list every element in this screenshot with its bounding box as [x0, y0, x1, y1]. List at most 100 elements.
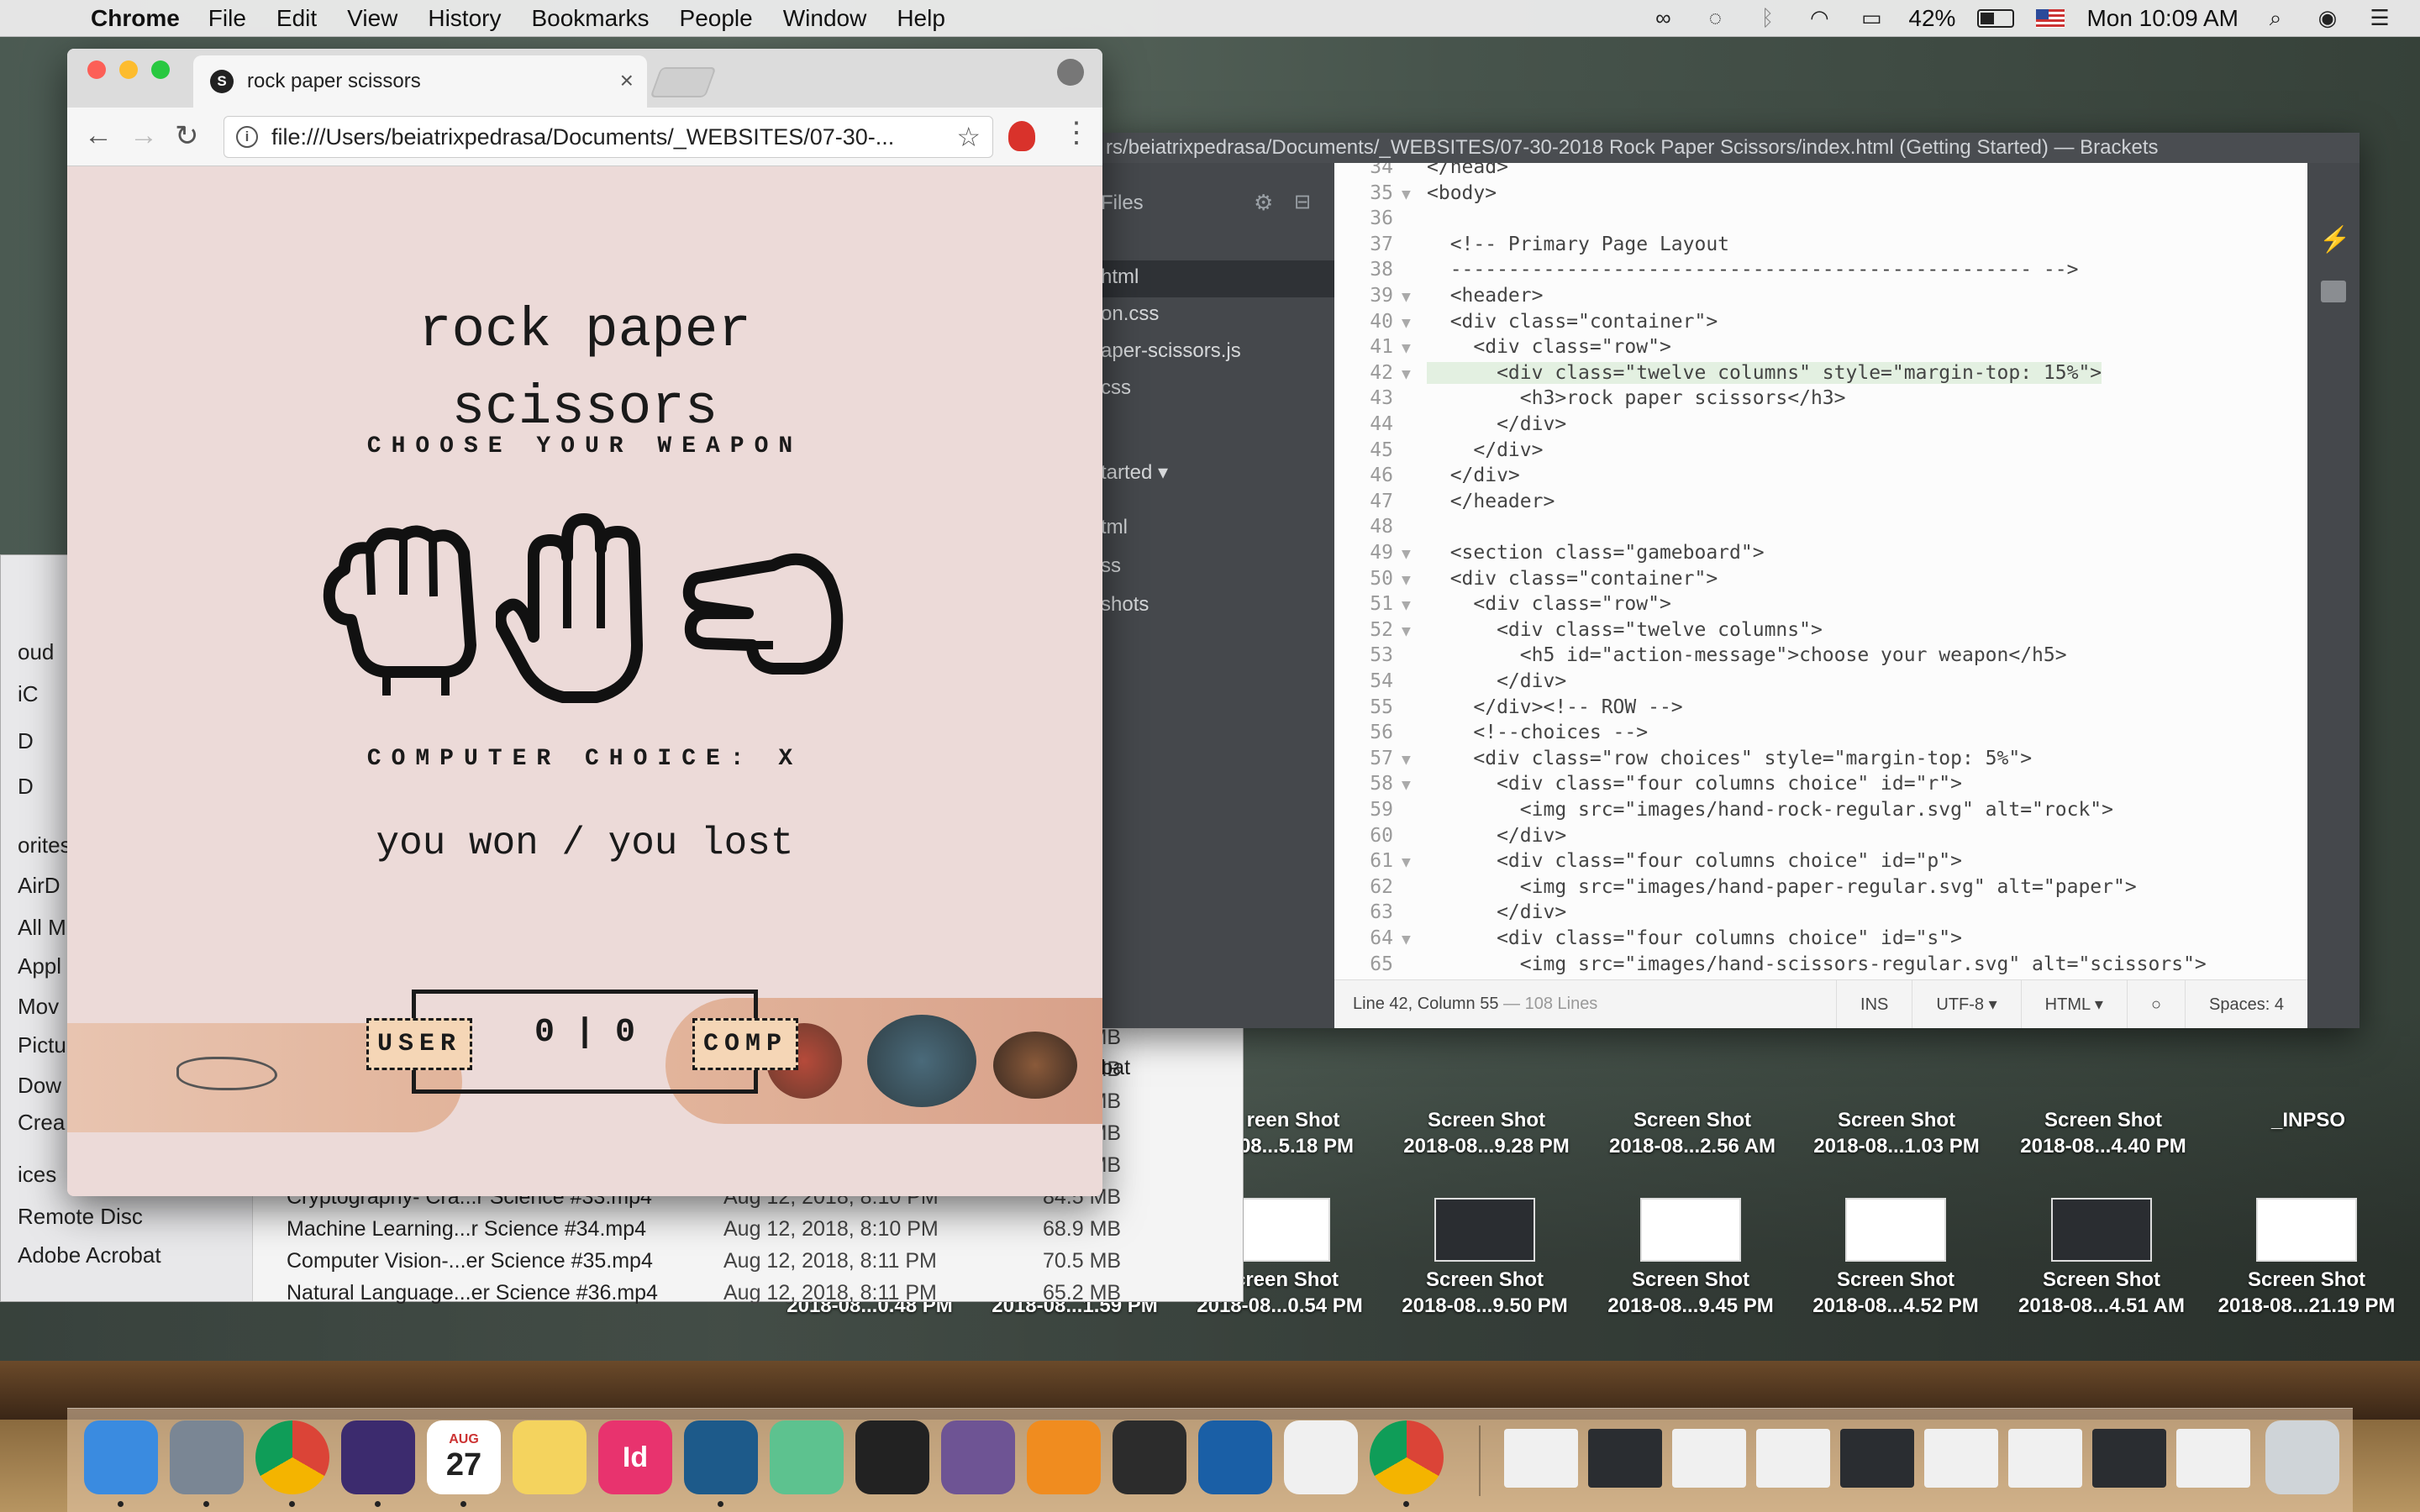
desktop-screenshot-file[interactable]: Screen Shot 2018-08...4.51 AM: [2005, 1198, 2198, 1319]
spotlight-search-icon[interactable]: ⌕: [2260, 5, 2291, 31]
menu-people[interactable]: People: [680, 5, 753, 32]
working-file[interactable]: css: [1101, 376, 1131, 400]
new-tab-button[interactable]: [650, 67, 717, 97]
finder-sidebar-item[interactable]: Pictu: [18, 1032, 66, 1058]
file-row[interactable]: Computer Vision-...er Science #35.mp4 Aug…: [287, 1246, 1243, 1276]
minimized-window-thumbnail[interactable]: [1588, 1429, 1662, 1488]
menu-window[interactable]: Window: [783, 5, 867, 32]
desktop-screenshot-file[interactable]: Screen Shot 2018-08...1.03 PM: [1800, 1107, 1993, 1159]
project-file[interactable]: tml: [1101, 516, 1128, 539]
working-file[interactable]: html: [1101, 265, 1139, 289]
quicktime-icon[interactable]: [1198, 1420, 1272, 1494]
extension-shield-icon[interactable]: [1008, 121, 1035, 151]
desktop-screenshot-file[interactable]: Screen Shot 2018-08...9.28 PM: [1390, 1107, 1583, 1159]
chrome-window[interactable]: S rock paper scissors × ← → ↻ i file:///…: [67, 49, 1102, 1196]
menu-edit[interactable]: Edit: [276, 5, 317, 32]
project-dropdown[interactable]: tarted ▾: [1101, 460, 1168, 485]
menu-clock[interactable]: Mon 10:09 AM: [2086, 5, 2238, 32]
menu-help[interactable]: Help: [897, 5, 945, 32]
battery-percent[interactable]: 42%: [1908, 5, 1955, 32]
code-line[interactable]: 38 -------------------------------------…: [1334, 257, 2307, 282]
finder-sidebar-item[interactable]: Mov: [18, 994, 59, 1020]
split-view-icon[interactable]: ⊟: [1294, 190, 1311, 214]
address-bar[interactable]: i file:///Users/beiatrixpedrasa/Document…: [224, 116, 993, 158]
battery-icon[interactable]: [1977, 8, 2015, 28]
code-line[interactable]: 34 </head>: [1334, 163, 2307, 180]
calendar-icon[interactable]: AUG 27: [427, 1420, 501, 1494]
forward-arrow-icon[interactable]: →: [129, 119, 158, 152]
finder-sidebar-item[interactable]: D: [18, 774, 34, 800]
scissors-hand-icon[interactable]: [681, 519, 849, 687]
desktop-screenshot-file[interactable]: Screen Shot 2018-08...9.45 PM: [1594, 1198, 1787, 1319]
menu-bookmarks[interactable]: Bookmarks: [531, 5, 649, 32]
tab-close-icon[interactable]: ×: [620, 67, 634, 94]
code-editor[interactable]: 34 </head> 35 ▼ <body> 36 37 <!-- Primary Page…: [1334, 163, 2307, 979]
siri-icon[interactable]: [341, 1420, 415, 1494]
chrome-icon[interactable]: [255, 1420, 329, 1494]
wifi-icon[interactable]: ◠: [1804, 5, 1834, 31]
trash-icon[interactable]: [2265, 1420, 2339, 1494]
minimize-window-button[interactable]: [119, 60, 138, 79]
menu-app-name[interactable]: Chrome: [91, 5, 180, 32]
code-line[interactable]: 45 </div>: [1334, 438, 2307, 463]
finder-sidebar-item[interactable]: Appl: [18, 953, 61, 979]
illustrator-icon[interactable]: [1027, 1420, 1101, 1494]
rock-hand-icon[interactable]: [319, 519, 487, 696]
reload-icon[interactable]: ↻: [175, 119, 199, 153]
zoom-window-button[interactable]: [151, 60, 170, 79]
code-line[interactable]: 54 </div>: [1334, 669, 2307, 694]
menu-kebab-icon[interactable]: ⋮: [1062, 116, 1091, 150]
profile-avatar-icon[interactable]: [1057, 59, 1084, 86]
code-line[interactable]: 57 ▼ <div class="row choices" style="marg…: [1334, 746, 2307, 771]
code-line[interactable]: 62 <img src="images/hand-paper-regular.s…: [1334, 874, 2307, 900]
insert-mode[interactable]: INS: [1836, 979, 1912, 1028]
code-line[interactable]: 55 </div><!-- ROW -->: [1334, 695, 2307, 720]
code-line[interactable]: 58 ▼ <div class="four columns choice" id=…: [1334, 771, 2307, 796]
settings-gear-icon[interactable]: ⚙: [1254, 190, 1273, 216]
minimized-window-thumbnail[interactable]: [1840, 1429, 1914, 1488]
siri-icon[interactable]: ◉: [2312, 5, 2343, 31]
tab-active[interactable]: S rock paper scissors ×: [193, 55, 647, 108]
notification-center-icon[interactable]: ☰: [2365, 5, 2395, 31]
finalcut-icon[interactable]: [1113, 1420, 1186, 1494]
desktop-screenshot-file[interactable]: Screen Shot 2018-08...4.40 PM: [2007, 1107, 2200, 1159]
indent-spaces[interactable]: Spaces: 4: [2185, 979, 2307, 1028]
finder-sidebar-item[interactable]: oud: [18, 639, 54, 665]
file-row[interactable]: Machine Learning...r Science #34.mp4 Aug …: [287, 1214, 1243, 1244]
finder-icon[interactable]: [84, 1420, 158, 1494]
code-line[interactable]: 40 ▼ <div class="container">: [1334, 309, 2307, 334]
info-icon[interactable]: i: [236, 126, 258, 148]
minimized-window-thumbnail[interactable]: [2176, 1429, 2250, 1488]
code-line[interactable]: 46 </div>: [1334, 463, 2307, 488]
code-line[interactable]: 50 ▼ <div class="container">: [1334, 566, 2307, 591]
finder-sidebar-item[interactable]: Remote Disc: [18, 1204, 143, 1230]
code-line[interactable]: 60 </div>: [1334, 823, 2307, 848]
menu-view[interactable]: View: [347, 5, 397, 32]
live-preview-icon[interactable]: ⚡: [2319, 225, 2350, 255]
code-line[interactable]: 37 <!-- Primary Page Layout: [1334, 232, 2307, 257]
airplay-icon[interactable]: ▭: [1856, 5, 1886, 31]
minimized-window-thumbnail[interactable]: [1924, 1429, 1998, 1488]
minimized-window-thumbnail[interactable]: [1756, 1429, 1830, 1488]
code-line[interactable]: 42 ▼ <div class="twelve columns" style="m…: [1334, 360, 2307, 386]
atom-icon[interactable]: [770, 1420, 844, 1494]
finder-sidebar-item[interactable]: D: [18, 728, 34, 754]
finder-sidebar-item[interactable]: Dow: [18, 1073, 61, 1099]
indesign-icon[interactable]: Id: [598, 1420, 672, 1494]
linter-status-icon[interactable]: ○: [2126, 979, 2185, 1028]
working-file[interactable]: aper-scissors.js: [1101, 339, 1241, 363]
code-line[interactable]: 63 </div>: [1334, 900, 2307, 925]
working-file[interactable]: on.css: [1101, 302, 1159, 326]
code-line[interactable]: 59 <img src="images/hand-rock-regular.sv…: [1334, 797, 2307, 822]
code-line[interactable]: 47 </header>: [1334, 489, 2307, 514]
file-row[interactable]: Natural Language...er Science #36.mp4 Aug…: [287, 1278, 1243, 1308]
minimized-window-thumbnail[interactable]: [2008, 1429, 2082, 1488]
code-line[interactable]: 64 ▼ <div class="four columns choice" id=…: [1334, 926, 2307, 951]
finder-sidebar-item[interactable]: iC: [18, 681, 39, 707]
code-line[interactable]: 43 <h3>rock paper scissors</h3>: [1334, 386, 2307, 411]
sync-icon[interactable]: ◌: [1700, 5, 1730, 31]
bluetooth-icon[interactable]: ᛒ: [1752, 5, 1782, 31]
code-line[interactable]: 53 <h5 id="action-message">choose your w…: [1334, 643, 2307, 668]
desktop-screenshot-file[interactable]: Screen Shot 2018-08...2.56 AM: [1596, 1107, 1789, 1159]
menu-file[interactable]: File: [208, 5, 246, 32]
